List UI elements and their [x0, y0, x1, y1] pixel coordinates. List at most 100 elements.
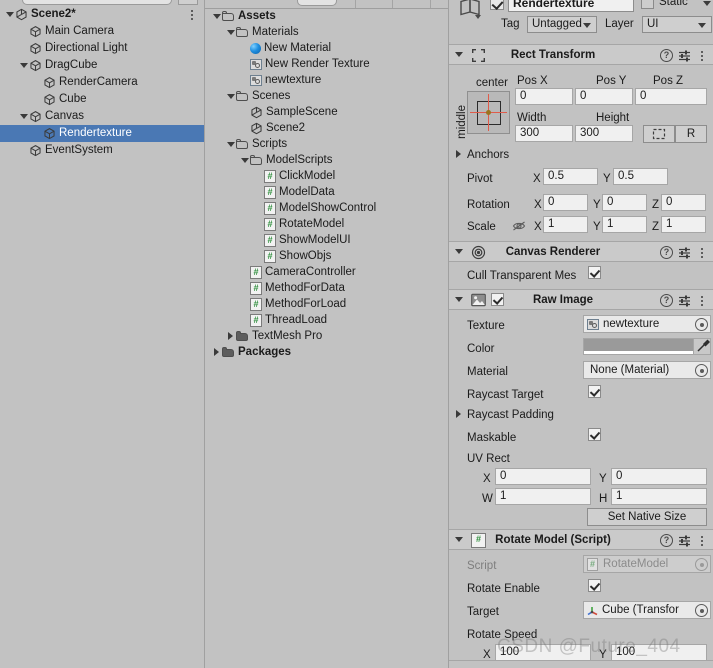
hierarchy-item-cube[interactable]: Cube	[0, 91, 204, 108]
anchor-preset-button[interactable]	[467, 91, 510, 134]
rotate-speed-x-input[interactable]: 100	[495, 644, 591, 661]
chevron-down-icon[interactable]	[18, 108, 29, 125]
hierarchy-scene-row[interactable]: Scene2*	[0, 6, 204, 23]
raycast-target-checkbox[interactable]	[588, 385, 601, 398]
project-item-samplescene[interactable]: SampleScene	[205, 104, 448, 120]
hierarchy-item-eventsystem[interactable]: EventSystem	[0, 142, 204, 159]
set-native-size-button[interactable]: Set Native Size	[587, 508, 707, 526]
help-icon[interactable]: ?	[660, 246, 673, 259]
project-search-input[interactable]	[297, 0, 337, 6]
chevron-down-icon[interactable]	[225, 88, 236, 105]
blueprint-mode-button[interactable]	[643, 125, 675, 143]
gameobject-name-input[interactable]: Rendertexture	[508, 0, 634, 12]
project-item-scene2[interactable]: Scene2	[205, 120, 448, 136]
hierarchy-item-dragcube[interactable]: DragCube	[0, 57, 204, 74]
project-item-modelscripts[interactable]: ModelScripts	[205, 152, 448, 168]
pivot-y-input[interactable]: 0.5	[613, 168, 668, 185]
raycast-padding-foldout-icon[interactable]	[456, 410, 461, 418]
object-picker-icon[interactable]	[695, 318, 708, 331]
project-item-cameracontroller[interactable]: # CameraController	[205, 264, 448, 280]
preset-icon[interactable]	[678, 246, 691, 259]
rotate-speed-y-input[interactable]: 100	[611, 644, 707, 661]
chevron-right-icon[interactable]	[225, 328, 236, 345]
help-icon[interactable]: ?	[660, 49, 673, 62]
hierarchy-filter-button[interactable]	[178, 0, 198, 5]
layer-dropdown[interactable]: UI	[642, 16, 712, 33]
component-menu-icon[interactable]	[697, 246, 707, 259]
project-item-assets[interactable]: Assets	[205, 8, 448, 24]
scale-x-input[interactable]: 1	[543, 216, 588, 233]
hierarchy-item-directional-light[interactable]: Directional Light	[0, 40, 204, 57]
hierarchy-item-main-camera[interactable]: Main Camera	[0, 23, 204, 40]
object-picker-icon[interactable]	[695, 364, 708, 377]
hierarchy-item-rendercamera[interactable]: RenderCamera	[0, 74, 204, 91]
color-field[interactable]	[583, 338, 711, 355]
chevron-down-icon[interactable]	[211, 8, 222, 25]
project-item-showobjs[interactable]: # ShowObjs	[205, 248, 448, 264]
project-item-newtexture[interactable]: newtexture	[205, 72, 448, 88]
preset-icon[interactable]	[678, 534, 691, 547]
uv-h-input[interactable]: 1	[611, 488, 707, 505]
rect-transform-header[interactable]: Rect Transform ?	[449, 44, 713, 65]
cull-transparent-mesh-checkbox[interactable]	[588, 266, 601, 279]
texture-object-field[interactable]: newtexture	[583, 315, 711, 333]
component-menu-icon[interactable]	[697, 294, 707, 307]
project-item-modeldata[interactable]: # ModelData	[205, 184, 448, 200]
scale-z-input[interactable]: 1	[661, 216, 706, 233]
pos-y-input[interactable]: 0	[575, 88, 633, 105]
project-item-methodfordata[interactable]: # MethodForData	[205, 280, 448, 296]
chevron-down-icon[interactable]	[4, 6, 15, 23]
static-dropdown-icon[interactable]	[703, 1, 711, 6]
rotation-z-input[interactable]: 0	[661, 194, 706, 211]
hierarchy-scene-menu-icon[interactable]	[186, 8, 198, 22]
raw-image-header[interactable]: Raw Image ?	[449, 289, 713, 310]
rotation-y-input[interactable]: 0	[602, 194, 647, 211]
project-item-textmesh-pro[interactable]: TextMesh Pro	[205, 328, 448, 344]
scale-lock-icon[interactable]	[512, 220, 526, 232]
hierarchy-item-rendertexture[interactable]: Rendertexture	[0, 125, 204, 142]
help-icon[interactable]: ?	[660, 294, 673, 307]
hierarchy-item-canvas[interactable]: Canvas	[0, 108, 204, 125]
project-item-new-material[interactable]: New Material	[205, 40, 448, 56]
gameobject-enabled-checkbox[interactable]	[490, 0, 504, 10]
chevron-down-icon[interactable]	[225, 136, 236, 153]
project-item-showmodelui[interactable]: # ShowModelUI	[205, 232, 448, 248]
project-item-materials[interactable]: Materials	[205, 24, 448, 40]
pos-z-input[interactable]: 0	[635, 88, 707, 105]
static-checkbox[interactable]	[641, 0, 654, 9]
pos-x-input[interactable]: 0	[515, 88, 573, 105]
component-menu-icon[interactable]	[697, 534, 707, 547]
component-menu-icon[interactable]	[697, 49, 707, 62]
uv-y-input[interactable]: 0	[611, 468, 707, 485]
chevron-down-icon[interactable]	[225, 24, 236, 41]
pivot-x-input[interactable]: 0.5	[543, 168, 598, 185]
raw-edit-button[interactable]: R	[675, 125, 707, 143]
scale-y-input[interactable]: 1	[602, 216, 647, 233]
anchors-foldout-icon[interactable]	[456, 150, 461, 158]
hierarchy-search-input[interactable]	[22, 0, 172, 5]
project-item-scenes[interactable]: Scenes	[205, 88, 448, 104]
preset-icon[interactable]	[678, 49, 691, 62]
project-item-methodforload[interactable]: # MethodForLoad	[205, 296, 448, 312]
uv-w-input[interactable]: 1	[495, 488, 591, 505]
rotate-model-header[interactable]: # Rotate Model (Script) ?	[449, 529, 713, 550]
material-object-field[interactable]: None (Material)	[583, 361, 711, 379]
target-object-field[interactable]: Cube (Transfor	[583, 601, 711, 619]
width-input[interactable]: 300	[515, 125, 573, 142]
help-icon[interactable]: ?	[660, 534, 673, 547]
rotate-enable-checkbox[interactable]	[588, 579, 601, 592]
chevron-down-icon[interactable]	[239, 152, 250, 169]
project-item-clickmodel[interactable]: # ClickModel	[205, 168, 448, 184]
project-item-packages[interactable]: Packages	[205, 344, 448, 360]
height-input[interactable]: 300	[575, 125, 633, 142]
chevron-down-icon[interactable]	[18, 57, 29, 74]
project-item-scripts[interactable]: Scripts	[205, 136, 448, 152]
eyedropper-icon[interactable]	[693, 339, 711, 354]
project-item-threadload[interactable]: # ThreadLoad	[205, 312, 448, 328]
canvas-renderer-header[interactable]: Canvas Renderer ?	[449, 241, 713, 262]
maskable-checkbox[interactable]	[588, 428, 601, 441]
tag-dropdown[interactable]: Untagged	[527, 16, 597, 33]
object-picker-icon[interactable]	[695, 604, 708, 617]
uv-x-input[interactable]: 0	[495, 468, 591, 485]
preset-icon[interactable]	[678, 294, 691, 307]
